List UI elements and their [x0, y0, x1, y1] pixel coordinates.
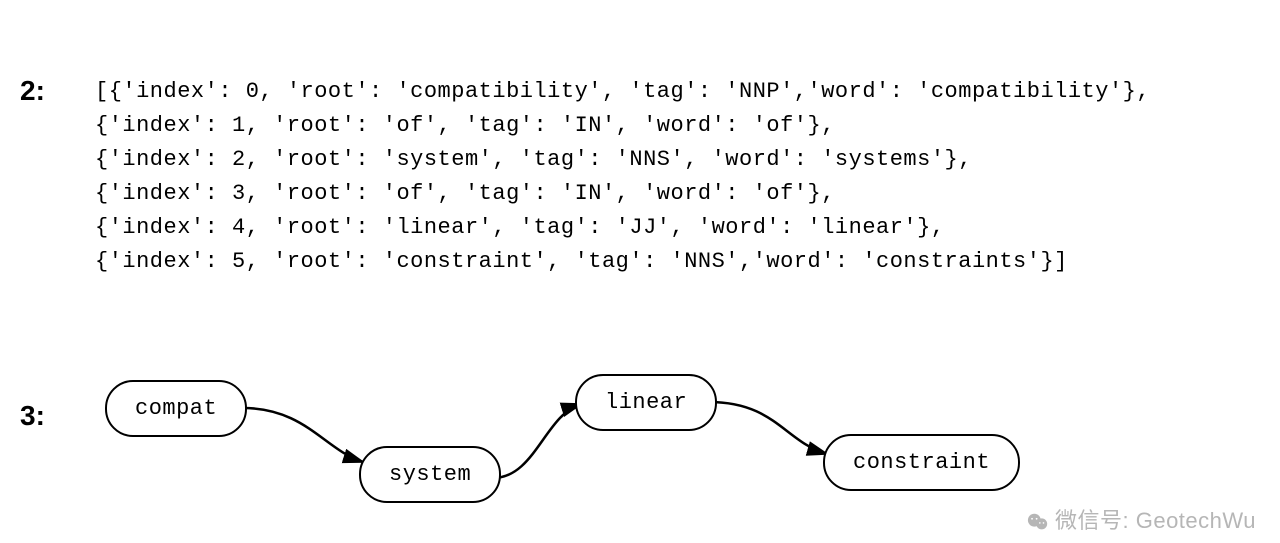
code-line: [{'index': 0, 'root': 'compatibility', '… — [95, 75, 1150, 109]
code-line: {'index': 3, 'root': 'of', 'tag': 'IN', … — [95, 177, 1150, 211]
edge-compat-system — [243, 408, 363, 462]
section-3-label: 3: — [20, 400, 45, 432]
edge-linear-constraint — [709, 402, 827, 454]
watermark-text: 微信号: GeotechWu — [1055, 508, 1256, 533]
wechat-icon — [1027, 511, 1049, 533]
node-system: system — [359, 446, 501, 503]
node-linear: linear — [575, 374, 717, 431]
code-line: {'index': 5, 'root': 'constraint', 'tag'… — [95, 245, 1150, 279]
token-list-code: [{'index': 0, 'root': 'compatibility', '… — [95, 75, 1150, 280]
watermark: 微信号: GeotechWu — [1027, 503, 1256, 535]
edge-system-linear — [493, 404, 581, 478]
node-compat: compat — [105, 380, 247, 437]
code-line: {'index': 4, 'root': 'linear', 'tag': 'J… — [95, 211, 1150, 245]
code-line: {'index': 1, 'root': 'of', 'tag': 'IN', … — [95, 109, 1150, 143]
code-line: {'index': 2, 'root': 'system', 'tag': 'N… — [95, 143, 1150, 177]
node-constraint: constraint — [823, 434, 1020, 491]
section-2-label: 2: — [20, 75, 45, 107]
